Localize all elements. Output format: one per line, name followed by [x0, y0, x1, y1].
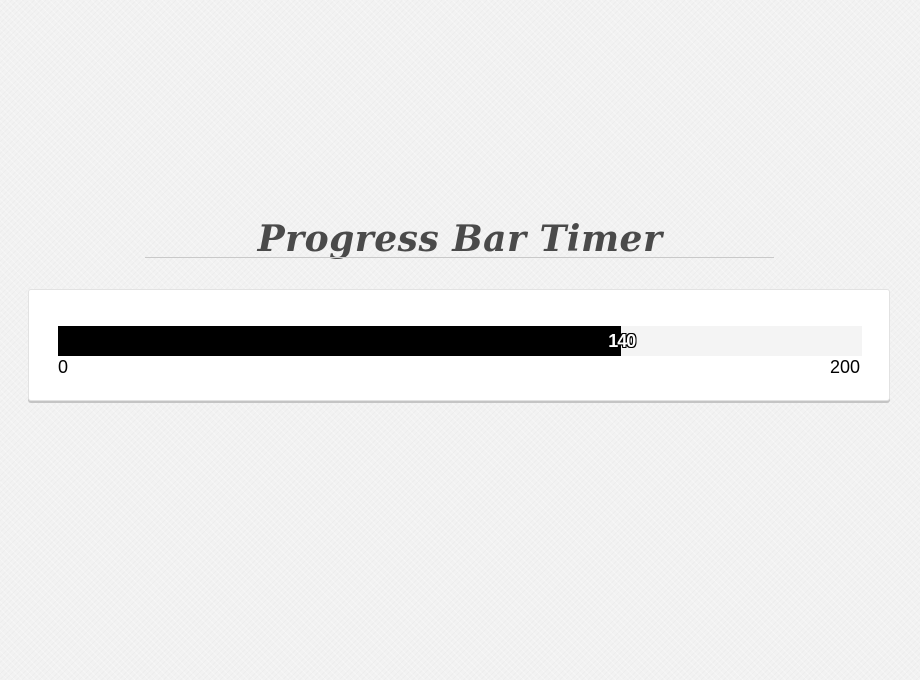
progress-current-value: 140 [608, 331, 636, 351]
title-divider [145, 257, 774, 258]
progress-max-label: 200 [829, 357, 860, 377]
progress-fill [58, 326, 621, 356]
progress-track: 140 [58, 326, 862, 356]
progress-min-label: 0 [58, 357, 69, 377]
progress-card: 140 0 200 [28, 289, 890, 401]
